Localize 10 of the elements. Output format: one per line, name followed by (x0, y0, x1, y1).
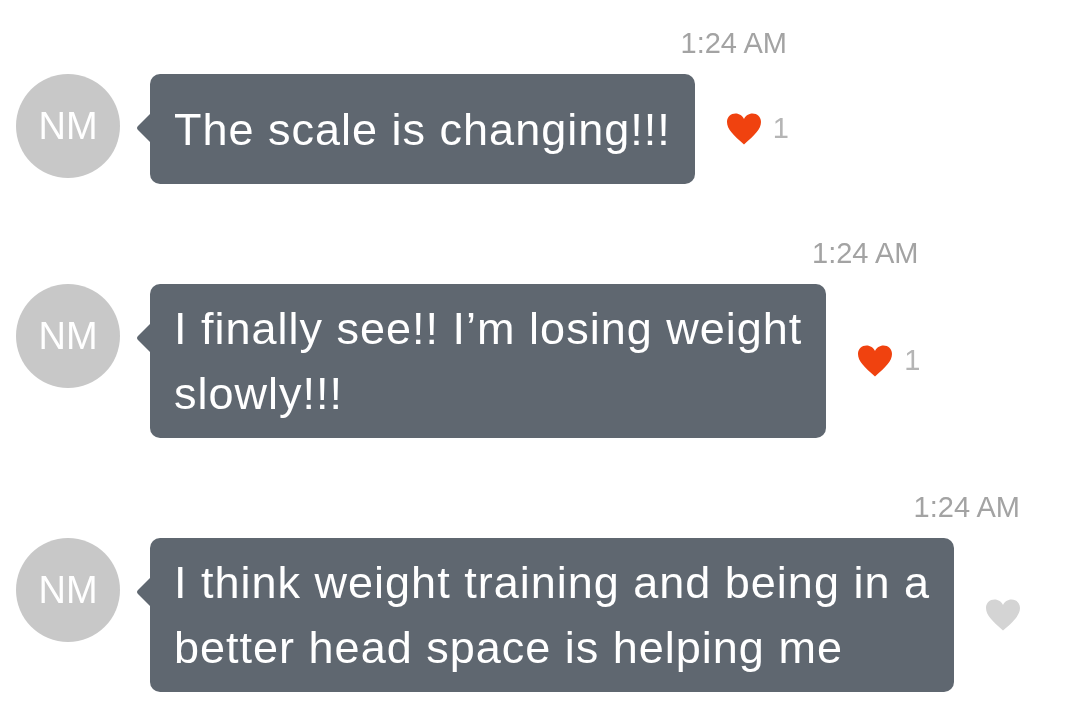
timestamp: 1:24 AM (680, 26, 787, 60)
like-count: 1 (904, 343, 921, 379)
pointer-icon (136, 114, 150, 142)
like-count: 1 (772, 111, 789, 147)
pointer-icon (136, 324, 150, 352)
heart-icon[interactable] (856, 344, 895, 378)
timestamp: 1:24 AM (913, 490, 1020, 524)
pointer-icon (136, 578, 150, 606)
heart-icon[interactable] (724, 112, 763, 146)
timestamp: 1:24 AM (812, 236, 919, 270)
